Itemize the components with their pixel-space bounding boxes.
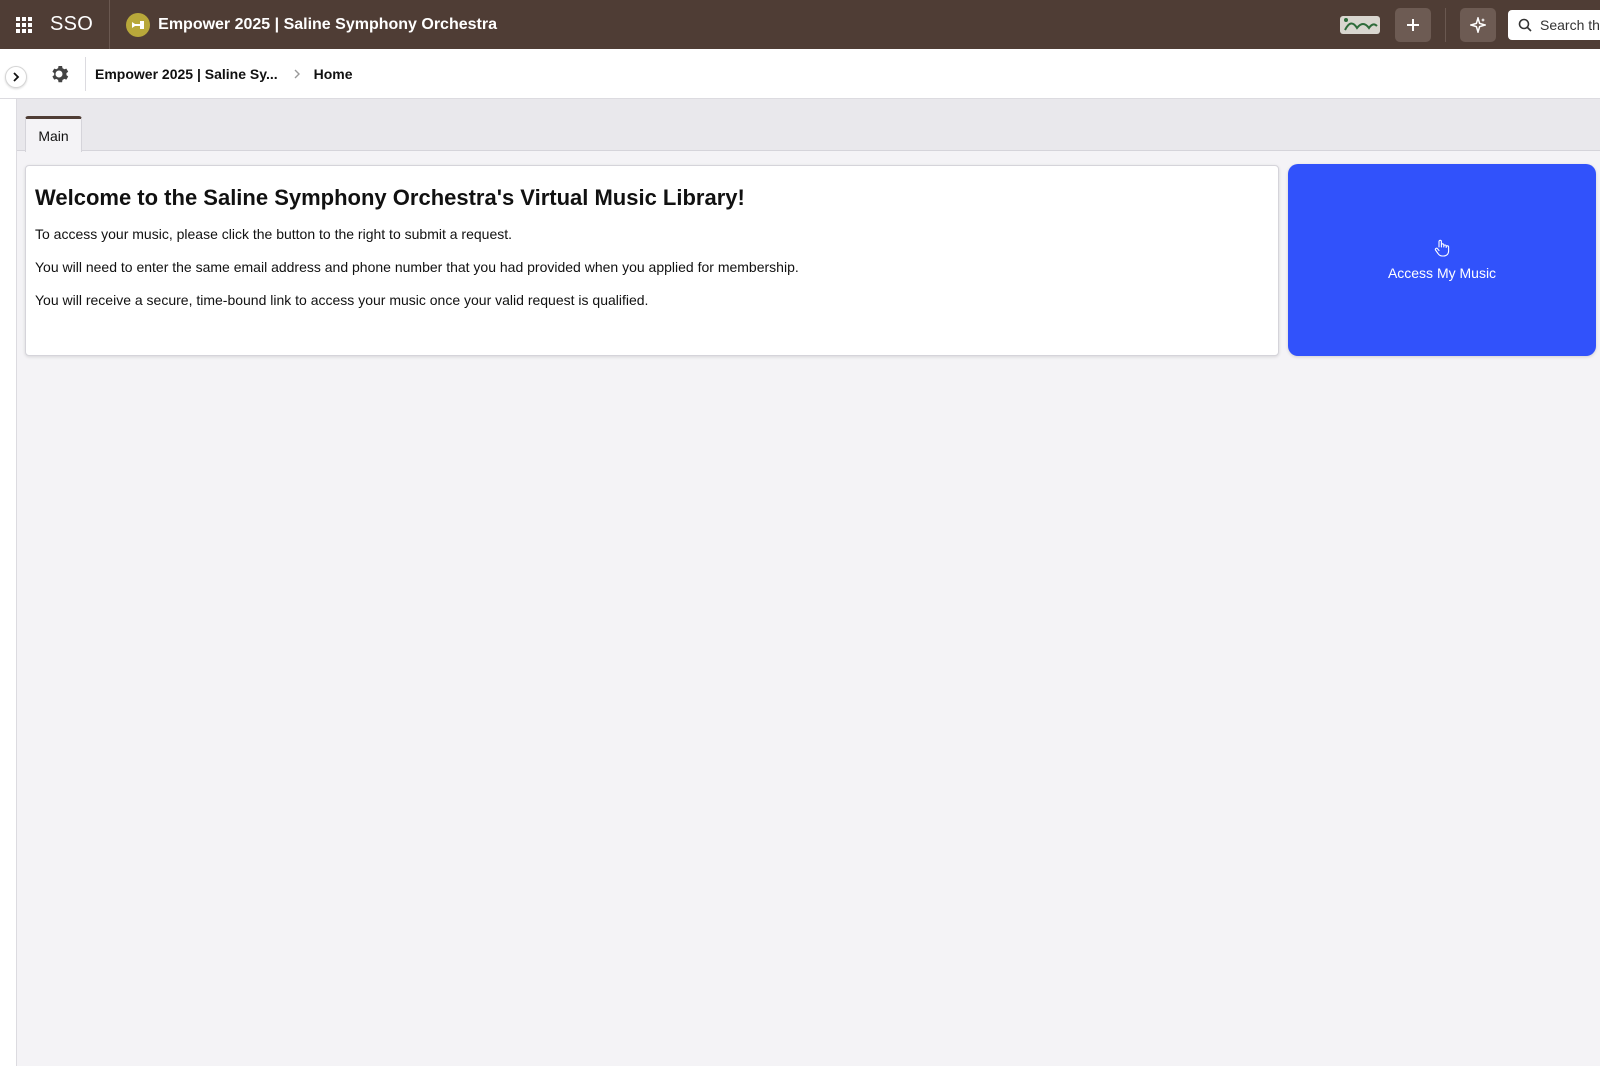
welcome-paragraph-3: You will receive a secure, time-bound li… <box>35 292 649 308</box>
breadcrumb: Empower 2025 | Saline Sy... Home <box>95 49 353 99</box>
app-title-text: Empower 2025 | Saline Symphony Orchestra <box>158 15 497 33</box>
toolbar-divider <box>1445 7 1446 42</box>
org-logo <box>1337 10 1383 40</box>
access-my-music-button[interactable]: Access My Music <box>1288 164 1596 356</box>
tab-main[interactable]: Main <box>25 116 82 152</box>
left-sidebar-collapsed <box>0 99 17 1066</box>
trumpet-icon <box>126 12 151 37</box>
grid-icon <box>16 16 32 33</box>
search-placeholder: Search th <box>1540 16 1600 33</box>
hand-pointer-icon <box>1434 239 1450 257</box>
breadcrumb-home[interactable]: Home <box>314 66 353 82</box>
subbar-divider <box>85 57 86 91</box>
tab-strip: Main <box>17 99 1600 152</box>
top-navigation-bar: SSO Empower 2025 | Saline Symphony Orche… <box>0 0 1600 49</box>
chevron-right-icon <box>13 72 20 82</box>
chevron-right-icon <box>294 69 300 79</box>
welcome-card: Welcome to the Saline Symphony Orchestra… <box>25 165 1279 356</box>
assistant-button[interactable] <box>1460 7 1496 42</box>
gear-icon <box>52 66 69 83</box>
welcome-heading: Welcome to the Saline Symphony Orchestra… <box>35 185 745 210</box>
app-name: SSO <box>48 0 111 49</box>
plus-icon <box>1407 18 1419 31</box>
top-right-actions: Search th <box>1337 0 1600 49</box>
sidebar-expand-button[interactable] <box>5 66 27 88</box>
access-my-music-label: Access My Music <box>1387 265 1497 281</box>
sparkle-icon <box>1470 16 1486 33</box>
app-launcher-button[interactable] <box>0 0 48 49</box>
breadcrumb-bar: Empower 2025 | Saline Sy... Home <box>0 49 1600 99</box>
app-title[interactable]: Empower 2025 | Saline Symphony Orchestra <box>110 0 497 49</box>
search-icon <box>1518 18 1532 32</box>
welcome-paragraph-1: To access your music, please click the b… <box>35 226 513 242</box>
welcome-paragraph-2: You will need to enter the same email ad… <box>35 259 799 275</box>
breadcrumb-app[interactable]: Empower 2025 | Saline Sy... <box>95 66 278 82</box>
global-search-input[interactable]: Search th <box>1508 9 1600 40</box>
settings-button[interactable] <box>49 64 69 84</box>
add-button[interactable] <box>1395 7 1431 42</box>
